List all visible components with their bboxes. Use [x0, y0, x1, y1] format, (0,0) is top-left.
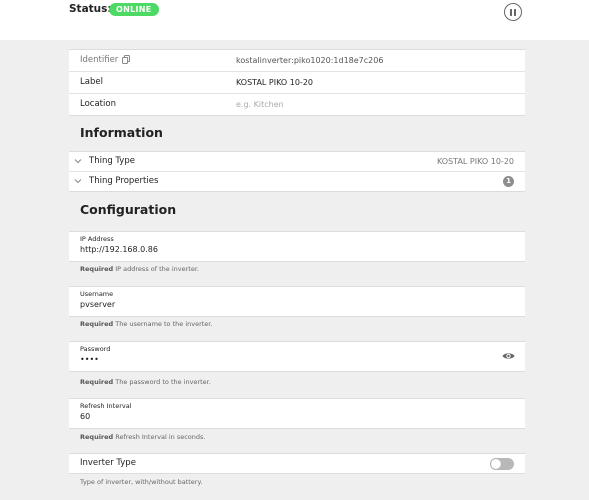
username-field[interactable]: Username — [69, 286, 525, 317]
thing-properties-count-badge: 1 — [503, 176, 514, 187]
inverter-type-label: Inverter Type — [80, 458, 136, 468]
username-input[interactable] — [80, 300, 480, 309]
thing-type-accordion[interactable]: Thing Type KOSTAL PIKO 10-20 — [69, 152, 525, 172]
username-label: Username — [80, 290, 114, 298]
pause-icon — [509, 8, 517, 16]
toggle-knob — [491, 459, 501, 469]
thing-properties-accordion[interactable]: Thing Properties 1 — [69, 172, 525, 191]
ip-address-hint: Required IP address of the inverter. — [80, 265, 199, 273]
label-label: Label — [80, 77, 103, 87]
refresh-interval-hint: Required Refresh Interval in seconds. — [80, 433, 206, 441]
chevron-down-icon — [74, 159, 82, 164]
identifier-label: Identifier — [80, 55, 119, 65]
copy-icon[interactable] — [122, 55, 130, 64]
identifier-value: kostalinverter:piko1020:1d18e7c206 — [236, 55, 384, 65]
location-label: Location — [80, 99, 116, 109]
ip-address-label: IP Address — [80, 235, 114, 243]
ip-address-input[interactable] — [80, 245, 480, 254]
thing-properties-card: Identifier kostalinverter:piko1020:1d18e… — [69, 49, 525, 116]
refresh-interval-input[interactable] — [80, 412, 480, 421]
location-input[interactable]: e.g. Kitchen — [236, 100, 284, 109]
password-hint: Required The password to the inverter. — [80, 378, 211, 386]
refresh-interval-field[interactable]: Refresh Interval — [69, 398, 525, 429]
refresh-interval-label: Refresh Interval — [80, 402, 132, 410]
chevron-down-icon — [74, 179, 82, 184]
inverter-type-toggle[interactable] — [490, 458, 514, 470]
thing-type-label: Thing Type — [89, 156, 135, 166]
identifier-row: Identifier kostalinverter:piko1020:1d18e… — [69, 50, 525, 72]
label-value[interactable]: KOSTAL PIKO 10-20 — [236, 78, 313, 87]
configuration-heading: Configuration — [80, 202, 177, 217]
location-row[interactable]: Location e.g. Kitchen — [69, 94, 525, 115]
label-row[interactable]: Label KOSTAL PIKO 10-20 — [69, 72, 525, 94]
thing-type-value: KOSTAL PIKO 10-20 — [437, 156, 514, 166]
pause-button[interactable] — [504, 3, 522, 21]
eye-icon[interactable] — [502, 351, 515, 361]
inverter-type-row: Inverter Type — [69, 453, 525, 474]
inverter-type-hint: Type of inverter, with/without battery. — [80, 478, 203, 486]
status-bar: Status: ONLINE — [0, 0, 589, 40]
thing-properties-label: Thing Properties — [89, 176, 159, 186]
ip-address-field[interactable]: IP Address — [69, 231, 525, 262]
status-label: Status: — [69, 3, 112, 15]
status-badge: ONLINE — [109, 3, 159, 16]
username-hint: Required The username to the inverter. — [80, 320, 213, 328]
information-heading: Information — [80, 125, 163, 140]
password-field[interactable]: Password — [69, 341, 525, 372]
password-input[interactable] — [80, 355, 460, 364]
password-label: Password — [80, 345, 111, 353]
information-card: Thing Type KOSTAL PIKO 10-20 Thing Prope… — [69, 151, 525, 192]
